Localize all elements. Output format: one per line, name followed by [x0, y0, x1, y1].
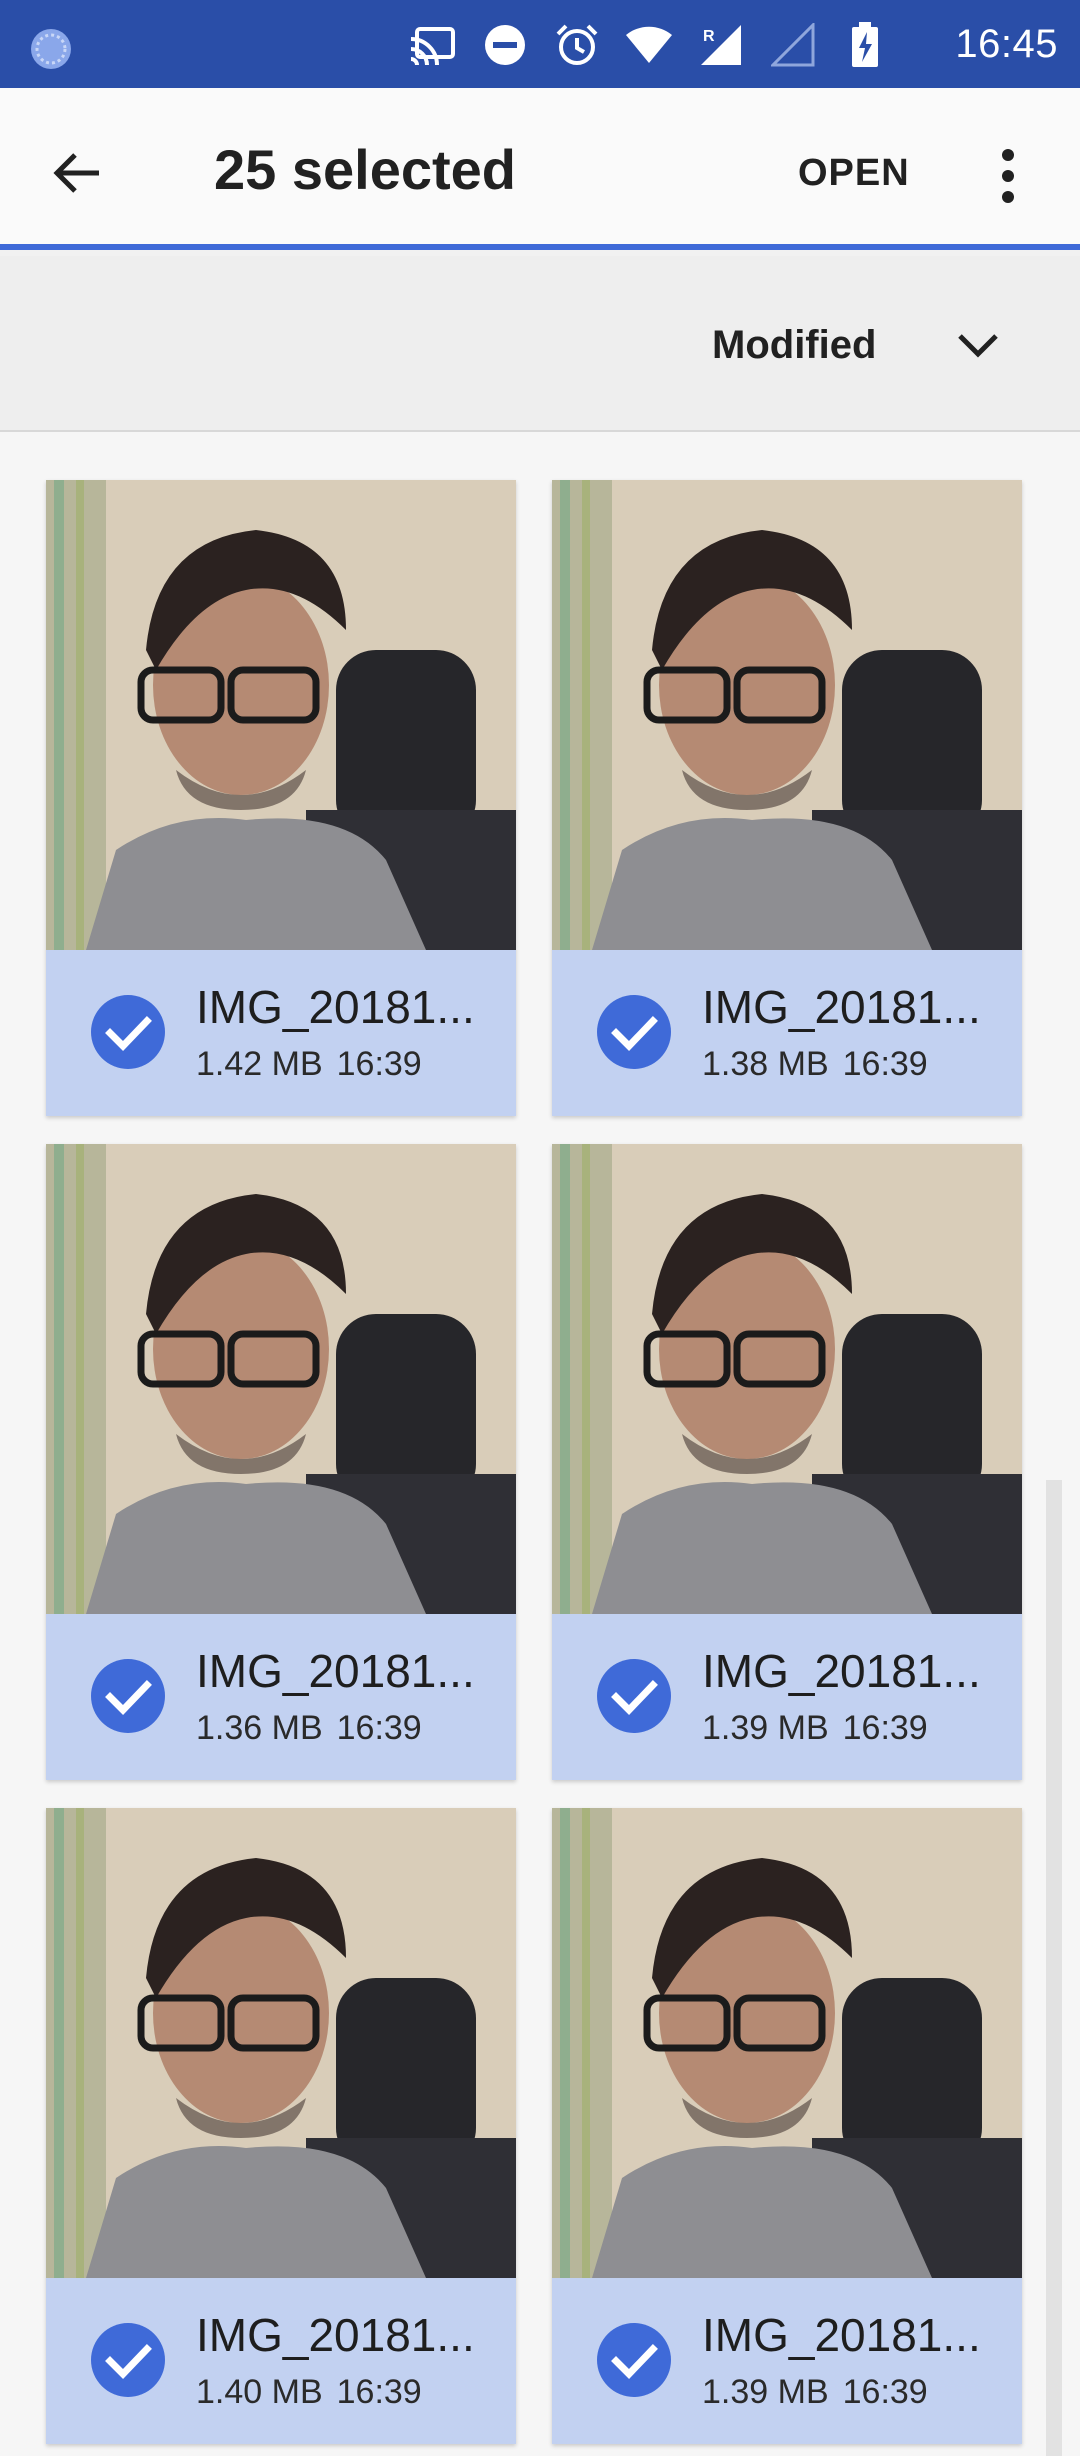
file-meta: 1.39 MB 16:39 — [702, 1706, 928, 1750]
file-grid: IMG_20181... 1.42 MB 16:39 IMG_20181... 1… — [0, 432, 1080, 2456]
open-button[interactable]: OPEN — [798, 148, 910, 198]
battery-charging-icon — [840, 20, 890, 70]
file-size: 1.39 MB — [702, 1709, 829, 1747]
file-card[interactable]: IMG_20181... 1.36 MB 16:39 — [46, 1144, 516, 1780]
app-bar: 25 selected OPEN — [0, 88, 1080, 250]
file-card[interactable]: IMG_20181... 1.42 MB 16:39 — [46, 480, 516, 1116]
file-name: IMG_20181... — [702, 981, 981, 1033]
dnd-icon — [480, 20, 530, 70]
check-circle-icon[interactable] — [596, 994, 672, 1070]
page-title: 25 selected — [214, 138, 516, 201]
file-name: IMG_20181... — [196, 981, 475, 1033]
file-size: 1.38 MB — [702, 1045, 829, 1083]
file-time: 16:39 — [842, 2373, 928, 2411]
sort-dropdown-label[interactable]: Modified — [712, 320, 876, 370]
file-card[interactable]: IMG_20181... 1.39 MB 16:39 — [552, 1808, 1022, 2444]
photo-thumbnail — [46, 480, 516, 950]
check-circle-icon[interactable] — [90, 2322, 166, 2398]
file-time: 16:39 — [336, 1709, 422, 1747]
thumbnail — [46, 1144, 516, 1614]
thumbnail — [552, 1144, 1022, 1614]
file-info: IMG_20181... 1.40 MB 16:39 — [46, 2278, 516, 2444]
check-circle-icon[interactable] — [596, 2322, 672, 2398]
wifi-icon — [624, 20, 674, 70]
file-size: 1.36 MB — [196, 1709, 323, 1747]
sort-bar: Modified — [0, 256, 1080, 432]
photo-thumbnail — [552, 1808, 1022, 2278]
thumbnail — [46, 480, 516, 950]
file-meta: 1.40 MB 16:39 — [196, 2370, 422, 2414]
photo-thumbnail — [46, 1144, 516, 1614]
signal-roaming-icon: R — [696, 20, 746, 70]
thumbnail — [552, 1808, 1022, 2278]
file-info: IMG_20181... 1.39 MB 16:39 — [552, 1614, 1022, 1780]
file-meta: 1.38 MB 16:39 — [702, 1042, 928, 1086]
alarm-icon — [552, 20, 602, 70]
scrollbar[interactable] — [1046, 1480, 1062, 2456]
file-name: IMG_20181... — [702, 1645, 981, 1697]
file-name: IMG_20181... — [196, 2309, 475, 2361]
status-bar: R 16:45 — [0, 0, 1080, 88]
check-circle-icon[interactable] — [90, 994, 166, 1070]
file-size: 1.42 MB — [196, 1045, 323, 1083]
back-button[interactable] — [32, 128, 122, 218]
signal-empty-icon — [768, 20, 818, 70]
status-time: 16:45 — [955, 22, 1058, 66]
file-name: IMG_20181... — [196, 1645, 475, 1697]
file-card[interactable]: IMG_20181... 1.40 MB 16:39 — [46, 1808, 516, 2444]
check-circle-icon[interactable] — [90, 1658, 166, 1734]
app-notification-icon — [28, 26, 74, 72]
file-size: 1.40 MB — [196, 2373, 323, 2411]
thumbnail — [552, 480, 1022, 950]
photo-thumbnail — [552, 480, 1022, 950]
check-circle-icon[interactable] — [596, 1658, 672, 1734]
file-size: 1.39 MB — [702, 2373, 829, 2411]
file-info: IMG_20181... 1.36 MB 16:39 — [46, 1614, 516, 1780]
cast-icon — [408, 20, 458, 70]
file-time: 16:39 — [336, 1045, 422, 1083]
file-card[interactable]: IMG_20181... 1.38 MB 16:39 — [552, 480, 1022, 1116]
thumbnail — [46, 1808, 516, 2278]
file-meta: 1.42 MB 16:39 — [196, 1042, 422, 1086]
file-info: IMG_20181... 1.38 MB 16:39 — [552, 950, 1022, 1116]
file-meta: 1.39 MB 16:39 — [702, 2370, 928, 2414]
file-card[interactable]: IMG_20181... 1.39 MB 16:39 — [552, 1144, 1022, 1780]
svg-text:R: R — [703, 28, 715, 45]
file-name: IMG_20181... — [702, 2309, 981, 2361]
photo-thumbnail — [552, 1144, 1022, 1614]
file-time: 16:39 — [842, 1709, 928, 1747]
more-options-icon[interactable] — [978, 136, 1038, 216]
file-time: 16:39 — [842, 1045, 928, 1083]
file-meta: 1.36 MB 16:39 — [196, 1706, 422, 1750]
file-time: 16:39 — [336, 2373, 422, 2411]
arrow-back-icon — [53, 153, 99, 193]
file-info: IMG_20181... 1.42 MB 16:39 — [46, 950, 516, 1116]
photo-thumbnail — [46, 1808, 516, 2278]
chevron-down-icon[interactable] — [950, 318, 1006, 374]
file-info: IMG_20181... 1.39 MB 16:39 — [552, 2278, 1022, 2444]
